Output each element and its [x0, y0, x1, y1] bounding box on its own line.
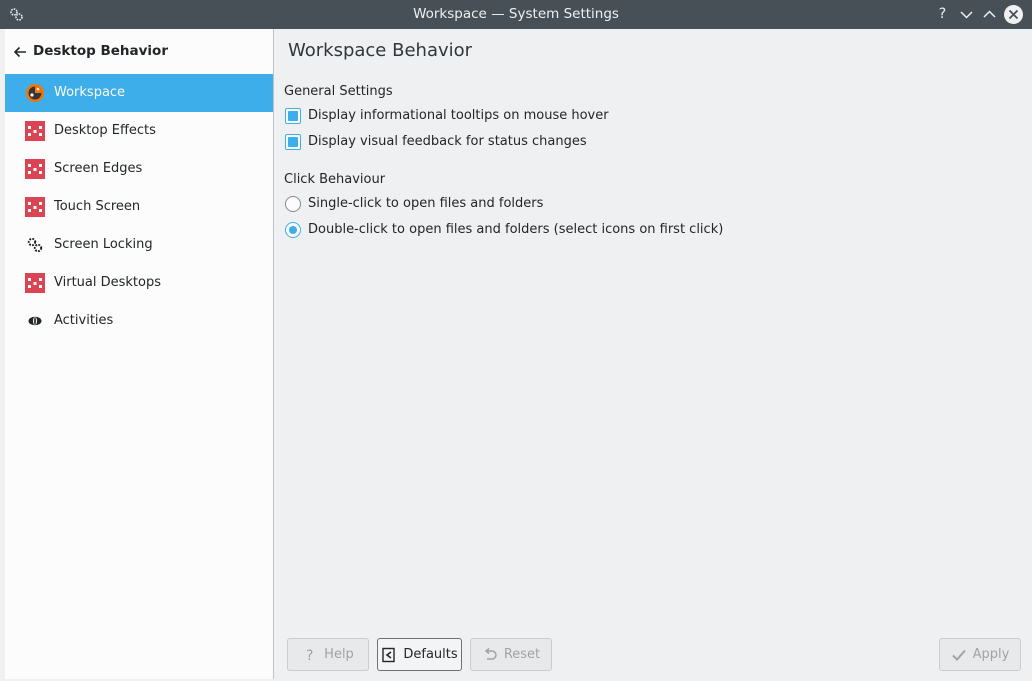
- maximize-button[interactable]: [980, 5, 999, 24]
- sidebar-item-label: Desktop Effects: [54, 123, 156, 138]
- undo-icon: [484, 647, 497, 660]
- sidebar-item-label: Screen Edges: [54, 161, 143, 176]
- help-button[interactable]: ? Help: [287, 638, 369, 671]
- chevron-down-icon: [960, 11, 973, 19]
- click-behaviour-label: Click Behaviour: [284, 172, 386, 187]
- sidebar-item-screen-locking[interactable]: Screen Locking: [5, 226, 273, 264]
- checkmark-icon: [951, 649, 966, 661]
- single-click-radio-label[interactable]: Single-click to open files and folders: [308, 196, 543, 211]
- sidebar-item-label: Touch Screen: [54, 199, 141, 214]
- sidebar-item-workspace[interactable]: Workspace: [5, 74, 273, 112]
- screen-locking-icon: [27, 237, 43, 253]
- sidebar-item-label: Activities: [54, 313, 114, 328]
- defaults-button-label: Defaults: [403, 647, 458, 662]
- sidebar-item-desktop-effects[interactable]: Desktop Effects: [5, 112, 273, 150]
- reset-button[interactable]: Reset: [470, 638, 552, 671]
- sidebar-header-label: Desktop Behavior: [33, 43, 168, 59]
- touch-screen-icon: [25, 197, 45, 217]
- sidebar-item-label: Virtual Desktops: [54, 275, 161, 290]
- page-title: Workspace Behavior: [288, 40, 473, 61]
- help-window-button[interactable]: ?: [933, 5, 952, 24]
- title-bar[interactable]: Workspace — System Settings ?: [0, 0, 1032, 29]
- double-click-radio[interactable]: [285, 222, 301, 238]
- screen-edges-icon: [25, 159, 45, 179]
- document-revert-icon: [382, 647, 396, 662]
- tooltips-checkbox[interactable]: [285, 108, 301, 124]
- sidebar-item-activities[interactable]: Activities: [5, 302, 273, 340]
- desktop-effects-icon: [25, 121, 45, 141]
- help-button-label: Help: [324, 647, 354, 662]
- window-title: Workspace — System Settings: [413, 6, 619, 22]
- feedback-checkbox-label[interactable]: Display visual feedback for status chang…: [308, 134, 587, 149]
- sidebar-item-touch-screen[interactable]: Touch Screen: [5, 188, 273, 226]
- apply-button-label: Apply: [972, 647, 1010, 662]
- sidebar-back-header[interactable]: Desktop Behavior: [5, 29, 273, 74]
- sidebar-item-virtual-desktops[interactable]: Virtual Desktops: [5, 264, 273, 302]
- general-settings-label: General Settings: [284, 84, 393, 99]
- tooltips-checkbox-label[interactable]: Display informational tooltips on mouse …: [308, 108, 609, 123]
- single-click-radio[interactable]: [285, 196, 301, 212]
- chevron-up-icon: [983, 10, 996, 18]
- defaults-button[interactable]: Defaults: [377, 638, 462, 671]
- reset-button-label: Reset: [503, 647, 541, 662]
- apply-button[interactable]: Apply: [939, 638, 1021, 671]
- activities-icon: [28, 316, 42, 326]
- feedback-checkbox[interactable]: [285, 134, 301, 150]
- help-icon: ?: [306, 648, 313, 663]
- main-content: Workspace Behavior General Settings Disp…: [275, 29, 1032, 679]
- sidebar-item-screen-edges[interactable]: Screen Edges: [5, 150, 273, 188]
- arrow-left-icon: [13, 46, 26, 58]
- close-button[interactable]: [1004, 5, 1023, 24]
- minimize-button[interactable]: [957, 5, 976, 24]
- double-click-radio-label[interactable]: Double-click to open files and folders (…: [308, 222, 723, 237]
- svg-text:?: ?: [306, 648, 313, 663]
- help-icon: ?: [938, 6, 947, 22]
- close-icon: [1008, 9, 1019, 20]
- virtual-desktops-icon: [25, 273, 45, 293]
- sidebar-item-label: Workspace: [54, 85, 126, 100]
- sidebar: Desktop Behavior Workspace Desktop Effec…: [5, 29, 274, 679]
- sidebar-item-label: Screen Locking: [54, 237, 153, 252]
- workspace-icon: [26, 84, 44, 102]
